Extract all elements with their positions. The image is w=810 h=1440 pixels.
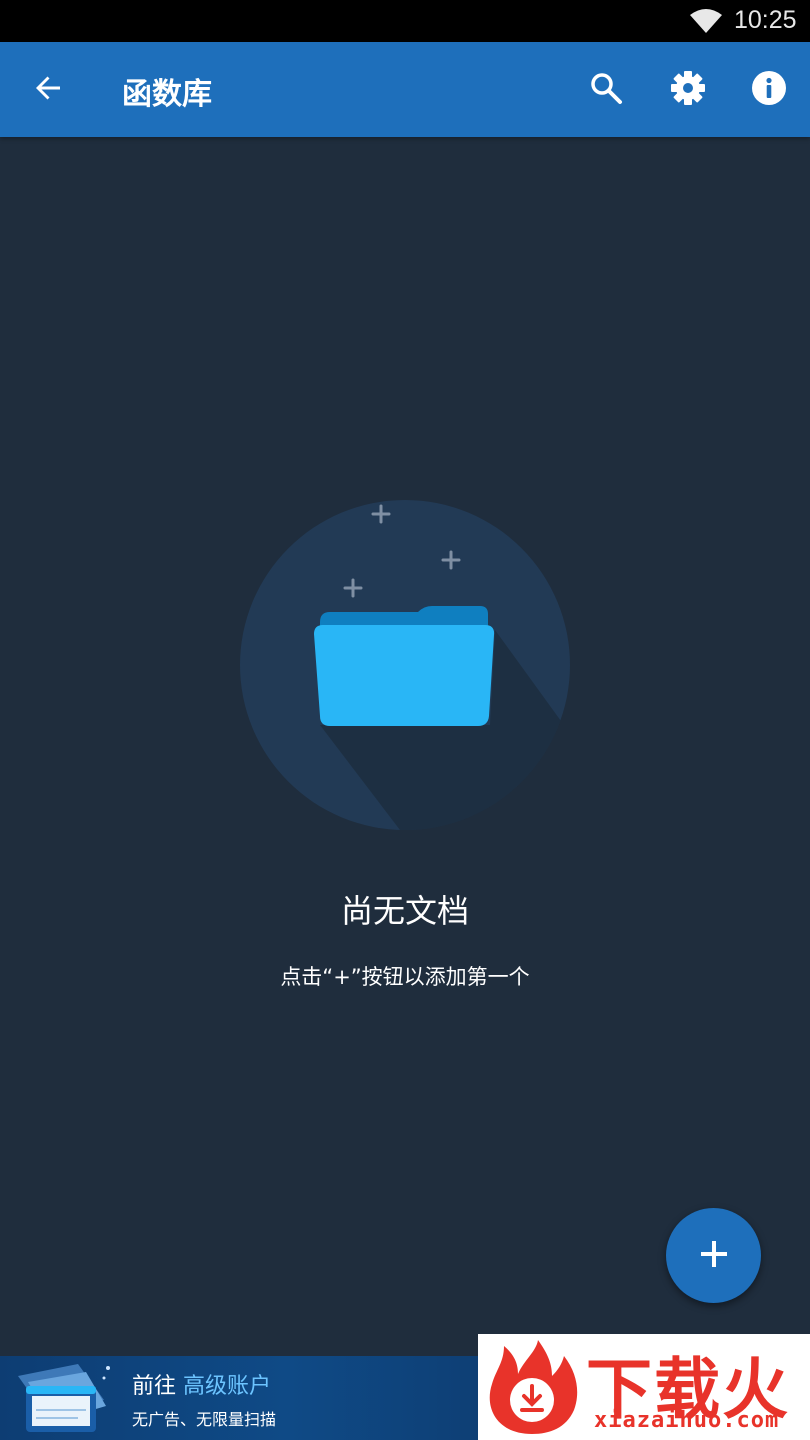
wifi-icon: [688, 7, 724, 35]
promo-highlight: 高级账户: [183, 1374, 272, 1399]
premium-promo-banner[interactable]: 前往 高级账户 无广告、无限量扫描: [0, 1356, 478, 1440]
arrow-back-icon: [32, 72, 64, 108]
info-button[interactable]: [741, 62, 797, 118]
plus-icon: [699, 1239, 729, 1273]
status-time: 10:25: [734, 6, 797, 34]
page-title: 函数库: [122, 77, 212, 112]
promo-prefix: 前往: [132, 1374, 177, 1399]
empty-state-hint: 点击“+”按钮以添加第一个: [280, 965, 530, 989]
search-icon: [589, 71, 623, 109]
app-bar: 函数库: [0, 42, 810, 137]
promo-subtitle: 无广告、无限量扫描: [132, 1410, 277, 1429]
empty-state-illustration: [240, 500, 570, 830]
empty-state-title: 尚无文档: [340, 892, 469, 930]
info-icon: [751, 70, 787, 110]
scanner-icon: [8, 1360, 116, 1438]
folder-icon: [314, 606, 495, 726]
add-document-button[interactable]: [666, 1208, 761, 1303]
gear-icon: [670, 70, 706, 110]
back-button[interactable]: [20, 62, 76, 118]
watermark: 下载火 xiazaihuo.com: [478, 1334, 810, 1440]
settings-button[interactable]: [660, 62, 716, 118]
watermark-url: xiazaihuo.com: [594, 1408, 780, 1433]
promo-headline: 前往 高级账户: [132, 1368, 271, 1400]
status-bar: 10:25: [0, 0, 810, 42]
search-button[interactable]: [578, 62, 634, 118]
download-fire-logo-icon: [482, 1338, 582, 1436]
